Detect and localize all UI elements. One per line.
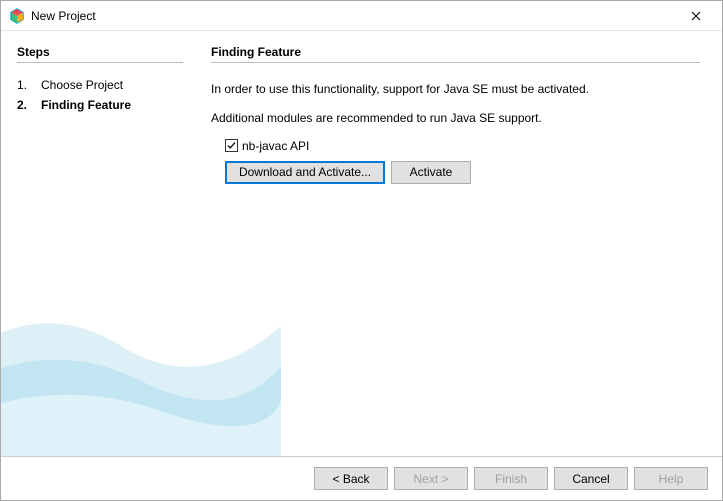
dialog-window: New Project Steps 1. Choose Project 2. F… [0, 0, 723, 501]
close-button[interactable] [673, 1, 718, 30]
step-item: 1. Choose Project [17, 75, 183, 95]
app-icon [9, 8, 25, 24]
activate-button[interactable]: Activate [391, 161, 471, 184]
module-checkbox-row: nb-javac API [225, 139, 700, 153]
next-button[interactable]: Next > [394, 467, 468, 490]
intro-text: In order to use this functionality, supp… [211, 81, 700, 98]
back-button[interactable]: < Back [314, 467, 388, 490]
divider [17, 62, 183, 63]
wizard-footer: < Back Next > Finish Cancel Help [1, 456, 722, 500]
step-item-current: 2. Finding Feature [17, 95, 183, 115]
divider [211, 62, 700, 63]
cancel-button[interactable]: Cancel [554, 467, 628, 490]
window-title: New Project [31, 9, 673, 23]
step-number: 2. [17, 95, 31, 115]
titlebar: New Project [1, 1, 722, 31]
download-activate-button[interactable]: Download and Activate... [225, 161, 385, 184]
step-label: Finding Feature [41, 95, 131, 115]
step-label: Choose Project [41, 75, 123, 95]
module-checkbox-label: nb-javac API [242, 139, 309, 153]
main-heading: Finding Feature [211, 45, 700, 59]
dialog-body: Steps 1. Choose Project 2. Finding Featu… [1, 31, 722, 456]
help-button[interactable]: Help [634, 467, 708, 490]
main-panel: Finding Feature In order to use this fun… [193, 31, 722, 456]
steps-list: 1. Choose Project 2. Finding Feature [17, 75, 183, 116]
subtext: Additional modules are recommended to ru… [211, 110, 700, 127]
steps-sidebar: Steps 1. Choose Project 2. Finding Featu… [1, 31, 193, 456]
finish-button[interactable]: Finish [474, 467, 548, 490]
module-checkbox[interactable] [225, 139, 238, 152]
step-number: 1. [17, 75, 31, 95]
steps-heading: Steps [17, 45, 183, 59]
action-button-row: Download and Activate... Activate [225, 161, 700, 184]
